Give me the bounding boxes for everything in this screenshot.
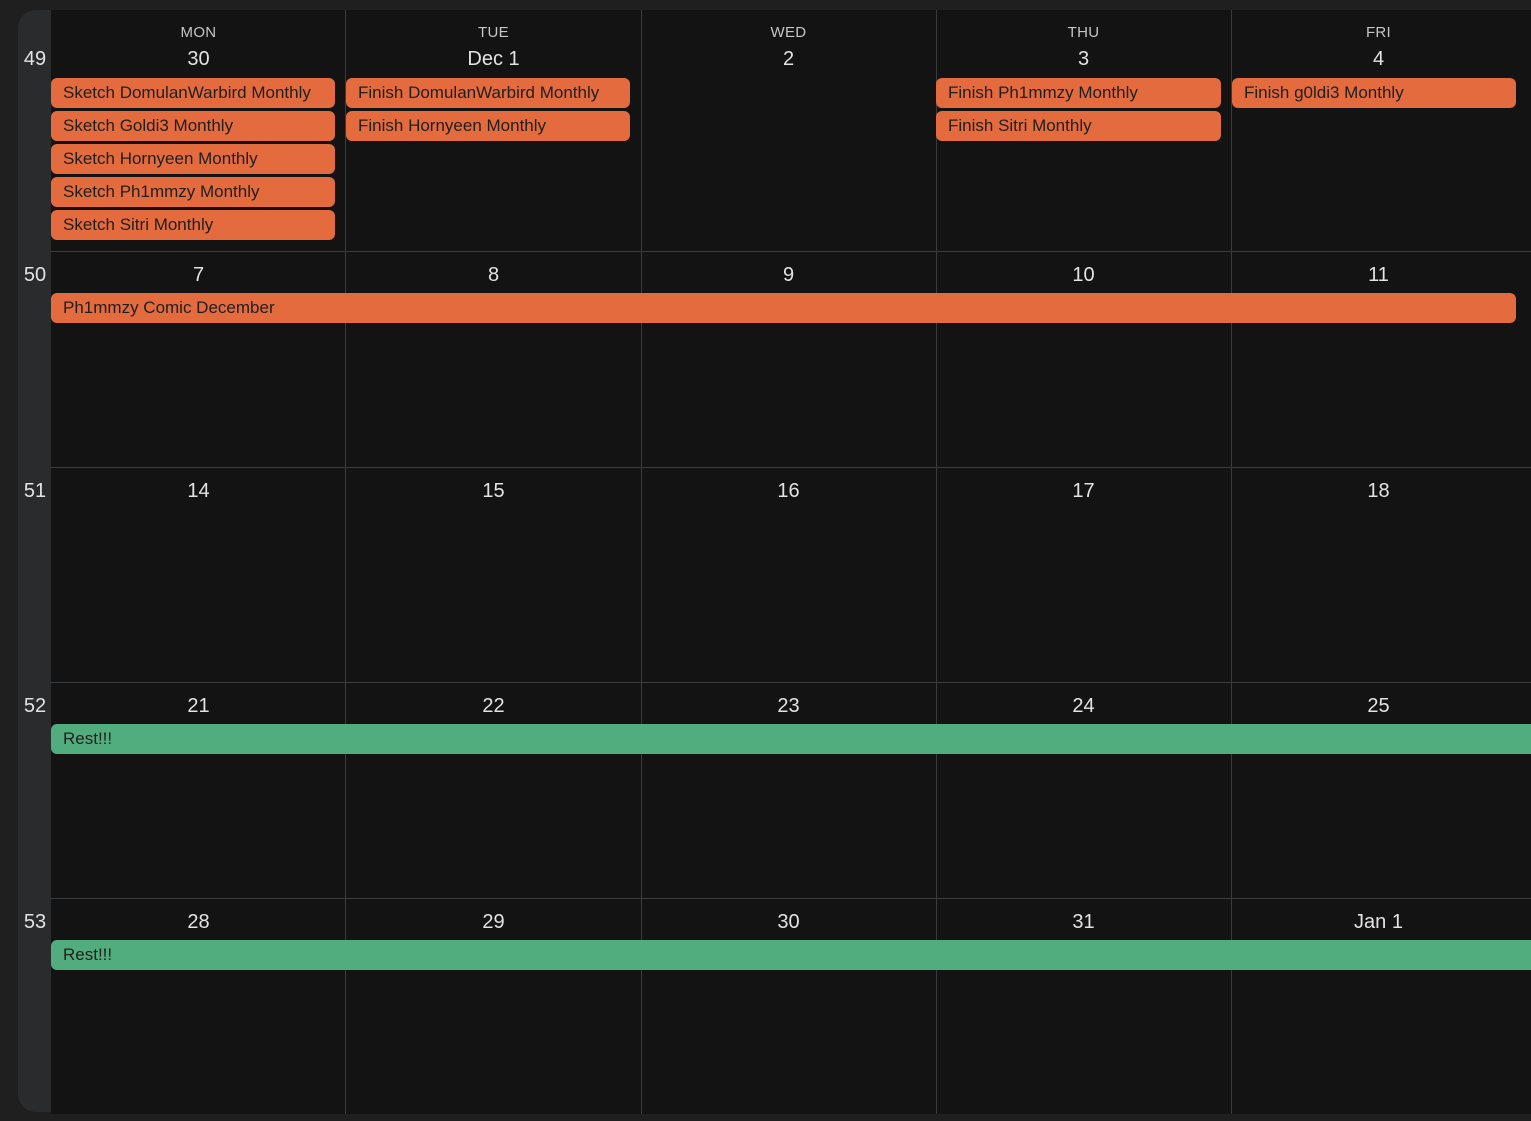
calendar-event[interactable]: Sketch Sitri Monthly	[51, 210, 335, 240]
day-number[interactable]: 9	[641, 264, 936, 287]
week-number[interactable]: 51	[18, 480, 52, 503]
day-number[interactable]: 23	[641, 695, 936, 718]
grid-divider	[51, 682, 1531, 683]
calendar-event[interactable]: Sketch Goldi3 Monthly	[51, 111, 335, 141]
day-number[interactable]: 15	[346, 480, 641, 503]
day-number[interactable]: Dec 1	[346, 48, 641, 71]
day-number[interactable]: 21	[51, 695, 346, 718]
day-name-header: TUE	[478, 24, 509, 41]
calendar-event[interactable]: Sketch Hornyeen Monthly	[51, 144, 335, 174]
grid-divider	[51, 898, 1531, 899]
calendar-event[interactable]: Finish DomulanWarbird Monthly	[346, 78, 630, 108]
grid-divider	[51, 251, 1531, 252]
week-number[interactable]: 50	[18, 264, 52, 287]
day-number[interactable]: Jan 1	[1231, 911, 1526, 934]
day-name-header: MON	[180, 24, 217, 41]
day-name-header: WED	[770, 24, 807, 41]
grid-divider	[51, 467, 1531, 468]
day-name-header: THU	[1067, 24, 1100, 41]
week-number[interactable]: 49	[18, 48, 52, 71]
calendar-event[interactable]: Finish g0ldi3 Monthly	[1232, 78, 1516, 108]
day-number[interactable]: 3	[936, 48, 1231, 71]
calendar-event[interactable]: Finish Sitri Monthly	[936, 111, 1221, 141]
day-number[interactable]: 4	[1231, 48, 1526, 71]
day-number[interactable]: 14	[51, 480, 346, 503]
day-number[interactable]: 30	[641, 911, 936, 934]
day-number[interactable]: 18	[1231, 480, 1526, 503]
day-number[interactable]: 16	[641, 480, 936, 503]
week-number[interactable]: 52	[18, 695, 52, 718]
day-number[interactable]: 2	[641, 48, 936, 71]
day-number[interactable]: 22	[346, 695, 641, 718]
day-name-header: FRI	[1365, 24, 1392, 41]
day-number[interactable]: 31	[936, 911, 1231, 934]
day-number[interactable]: 8	[346, 264, 641, 287]
month-grid: MON TUE WED THU FRI 30 Dec 1 2 3 4 7 8 9…	[51, 10, 1531, 1114]
day-number[interactable]: 11	[1231, 264, 1526, 287]
day-number[interactable]: 17	[936, 480, 1231, 503]
calendar-event[interactable]: Rest!!!	[51, 940, 1531, 970]
day-number[interactable]: 30	[51, 48, 346, 71]
calendar-event[interactable]: Rest!!!	[51, 724, 1531, 754]
day-number[interactable]: 29	[346, 911, 641, 934]
calendar-event[interactable]: Sketch Ph1mmzy Monthly	[51, 177, 335, 207]
day-number[interactable]: 24	[936, 695, 1231, 718]
calendar-event[interactable]: Sketch DomulanWarbird Monthly	[51, 78, 335, 108]
calendar-event[interactable]: Finish Ph1mmzy Monthly	[936, 78, 1221, 108]
day-number[interactable]: 28	[51, 911, 346, 934]
day-number[interactable]: 7	[51, 264, 346, 287]
day-number[interactable]: 25	[1231, 695, 1526, 718]
calendar-event[interactable]: Finish Hornyeen Monthly	[346, 111, 630, 141]
day-number[interactable]: 10	[936, 264, 1231, 287]
calendar-event[interactable]: Ph1mmzy Comic December	[51, 293, 1516, 323]
week-number-column	[18, 10, 52, 1112]
week-number[interactable]: 53	[18, 911, 52, 934]
